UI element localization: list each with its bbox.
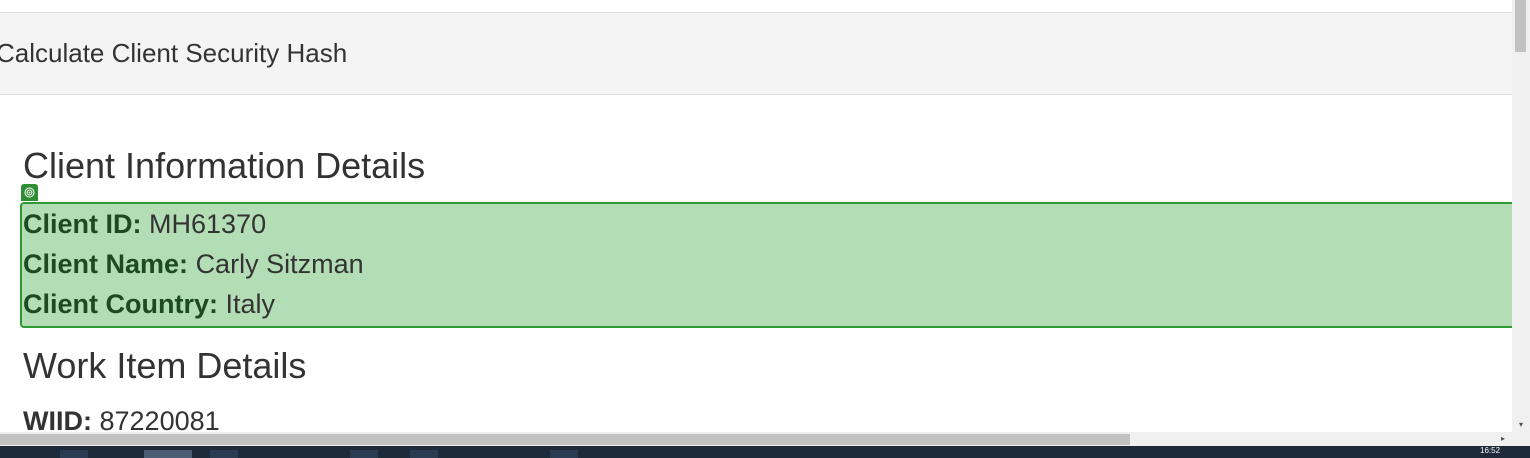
scroll-down-arrow-icon[interactable]: ▾ — [1512, 418, 1530, 432]
client-id-label: Client ID: — [23, 209, 142, 239]
work-item-heading: Work Item Details — [23, 345, 307, 386]
taskbar: 16:52 — [0, 446, 1530, 458]
scroll-right-arrow-icon[interactable]: ▸ — [1496, 432, 1510, 446]
client-id-row: Client ID: MH61370 — [23, 208, 266, 240]
client-country-label: Client Country: — [23, 289, 218, 319]
client-info-heading: Client Information Details — [23, 145, 426, 186]
taskbar-app-icon[interactable] — [410, 450, 438, 458]
client-id-value: MH61370 — [149, 209, 267, 239]
wiid-row: WIID: 87220081 — [23, 405, 220, 432]
client-name-label: Client Name: — [23, 249, 189, 279]
browser-viewport: Calculate Client Security Hash Client In… — [0, 0, 1512, 432]
taskbar-app-icon[interactable] — [350, 450, 378, 458]
taskbar-app-icon[interactable] — [210, 450, 238, 458]
target-icon[interactable] — [21, 184, 38, 201]
client-name-row: Client Name: Carly Sitzman — [23, 248, 364, 280]
taskbar-app-icon[interactable] — [60, 450, 88, 458]
panel-title: Calculate Client Security Hash — [0, 38, 348, 68]
scrollbar-corner — [1512, 432, 1530, 446]
client-country-row: Client Country: Italy — [23, 288, 275, 320]
wiid-value: 87220081 — [99, 406, 220, 432]
horizontal-scrollbar[interactable]: ▸ — [0, 432, 1512, 446]
vertical-scrollbar[interactable]: ▾ — [1512, 0, 1530, 432]
client-country-value: Italy — [225, 289, 276, 319]
panel-heading: Calculate Client Security Hash — [0, 13, 1512, 95]
taskbar-clock[interactable]: 16:52 — [1480, 446, 1500, 455]
client-name-value: Carly Sitzman — [195, 249, 364, 279]
top-strip — [0, 0, 1512, 13]
wiid-label: WIID: — [23, 406, 92, 432]
taskbar-app-icon[interactable] — [144, 450, 192, 458]
taskbar-app-icon[interactable] — [550, 450, 578, 458]
vertical-scroll-thumb[interactable] — [1515, 0, 1526, 52]
horizontal-scroll-thumb[interactable] — [0, 434, 1130, 445]
